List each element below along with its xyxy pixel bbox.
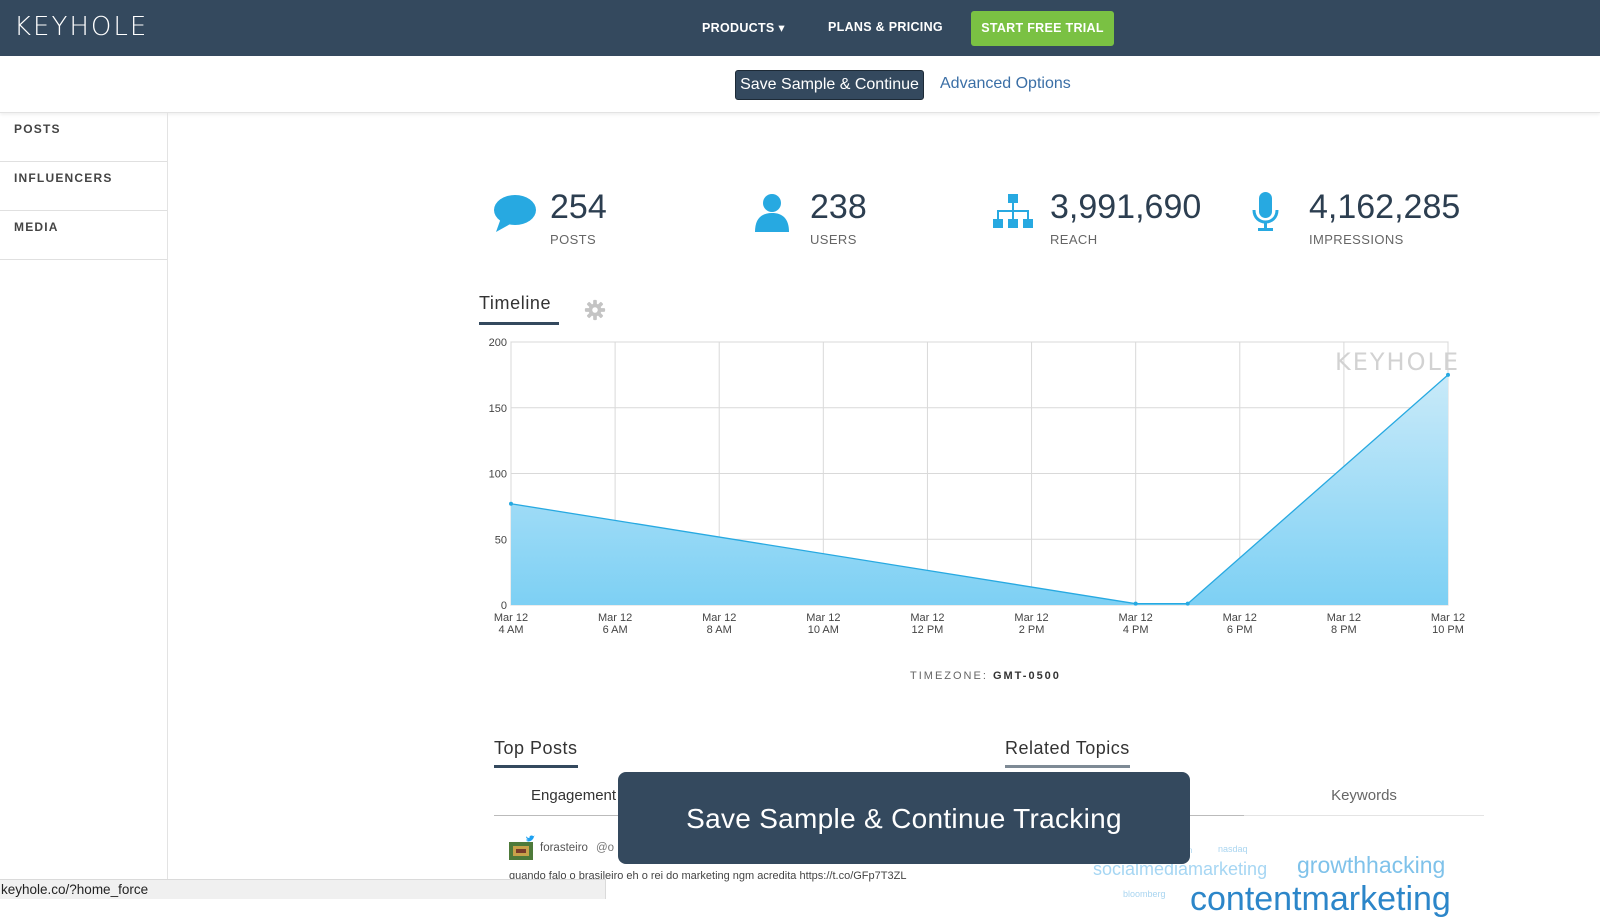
impressions-count: 4,162,285 [1309, 188, 1461, 226]
y-tick-label: 50 [495, 534, 507, 546]
x-tick-label: 4 PM [1123, 624, 1149, 636]
gear-icon[interactable] [584, 299, 606, 321]
timezone-value: GMT-0500 [992, 670, 1061, 682]
x-tick-label: Mar 12 [806, 612, 840, 624]
x-tick-label: 2 PM [1019, 624, 1045, 636]
start-free-trial-button[interactable]: START FREE TRIAL [971, 11, 1114, 46]
timezone-line: TIMEZONE: GMT-0500 [910, 670, 1061, 682]
x-tick-label: Mar 12 [702, 612, 736, 624]
products-menu[interactable]: PRODUCTS ▾ [702, 20, 785, 35]
x-tick-label: Mar 12 [1327, 612, 1361, 624]
y-tick-label: 150 [489, 403, 507, 415]
users-count: 238 [810, 188, 867, 226]
advanced-options-link[interactable]: Advanced Options [940, 75, 1071, 93]
x-tick-label: 12 PM [912, 624, 944, 636]
sidebar-item-posts[interactable]: POSTS [0, 113, 167, 162]
cloud-word[interactable]: growthhacking [1297, 852, 1445, 879]
cloud-word[interactable]: nasdaq [1218, 844, 1248, 854]
post-handle[interactable]: @o [596, 842, 614, 854]
related-topics-heading: Related Topics [1005, 738, 1130, 768]
x-tick-label: 6 AM [603, 624, 628, 636]
cloud-word[interactable]: bloomberg [1123, 889, 1166, 899]
impressions-label: IMPRESSIONS [1309, 232, 1404, 247]
timeline-tab[interactable]: Timeline [479, 293, 559, 325]
x-tick-label: 4 AM [498, 624, 523, 636]
x-tick-label: Mar 12 [1431, 612, 1465, 624]
x-tick-label: Mar 12 [1119, 612, 1153, 624]
data-point [1133, 601, 1138, 606]
y-tick-label: 0 [501, 600, 507, 612]
keyhole-logo[interactable]: KEYHOLE [14, 12, 148, 42]
sidebar-item-media[interactable]: MEDIA [0, 211, 167, 260]
chart-watermark: KEYHOLE [1335, 348, 1460, 376]
post-username[interactable]: forasteiro [540, 842, 588, 854]
action-bar: Save Sample & Continue Advanced Options [0, 56, 1600, 113]
y-tick-label: 200 [489, 337, 507, 349]
speech-bubble-icon [494, 195, 536, 232]
top-navigation-bar: KEYHOLE PRODUCTS ▾ PLANS & PRICING START… [0, 0, 1600, 56]
y-tick-label: 100 [489, 469, 507, 481]
sidebar-item-influencers[interactable]: INFLUENCERS [0, 162, 167, 211]
save-sample-continue-button[interactable]: Save Sample & Continue [735, 70, 924, 100]
posts-count: 254 [550, 188, 607, 226]
sidebar: POSTS INFLUENCERS MEDIA [0, 113, 168, 899]
series-area [511, 374, 1448, 605]
x-tick-label: Mar 12 [598, 612, 632, 624]
users-label: USERS [810, 232, 857, 247]
x-tick-label: Mar 12 [1014, 612, 1048, 624]
microphone-icon [1252, 192, 1279, 231]
timeline-chart: KEYHOLE 050100150200Mar 124 AMMar 126 AM… [489, 337, 1465, 636]
status-bar-url: keyhole.co/?home_force [0, 879, 606, 899]
x-tick-label: 8 AM [707, 624, 732, 636]
x-tick-label: 6 PM [1227, 624, 1253, 636]
x-tick-label: 10 AM [808, 624, 839, 636]
x-tick-label: 8 PM [1331, 624, 1357, 636]
keywords-tab[interactable]: Keywords [1244, 782, 1484, 816]
x-tick-label: Mar 12 [1223, 612, 1257, 624]
posts-label: POSTS [550, 232, 597, 247]
x-tick-label: 10 PM [1432, 624, 1464, 636]
user-icon [755, 194, 789, 232]
data-point [1185, 601, 1190, 606]
reach-label: REACH [1050, 232, 1098, 247]
x-tick-label: Mar 12 [910, 612, 944, 624]
top-posts-heading: Top Posts [494, 738, 578, 768]
data-point [509, 501, 513, 506]
plans-pricing-link[interactable]: PLANS & PRICING [828, 20, 943, 34]
cloud-word[interactable]: contentmarketing [1190, 880, 1451, 919]
data-point [1446, 372, 1450, 377]
reach-count: 3,991,690 [1050, 188, 1202, 226]
x-tick-label: Mar 12 [494, 612, 528, 624]
sitemap-icon [993, 194, 1033, 228]
timezone-label: TIMEZONE: [910, 670, 988, 682]
save-sample-continue-tracking-button[interactable]: Save Sample & Continue Tracking [618, 772, 1190, 864]
twitter-icon [526, 835, 535, 842]
